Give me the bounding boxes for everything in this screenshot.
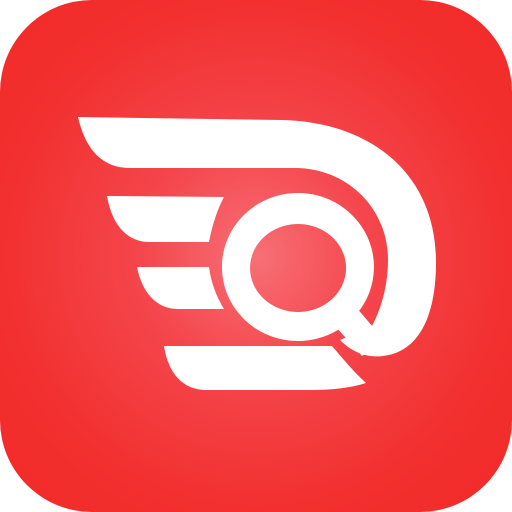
app-icon[interactable] bbox=[0, 0, 512, 512]
winged-q-logo-icon bbox=[78, 117, 436, 390]
wing-feather-bottom bbox=[164, 346, 366, 390]
wing-feather-upper bbox=[107, 196, 224, 242]
wing-feather-lower bbox=[137, 267, 224, 309]
